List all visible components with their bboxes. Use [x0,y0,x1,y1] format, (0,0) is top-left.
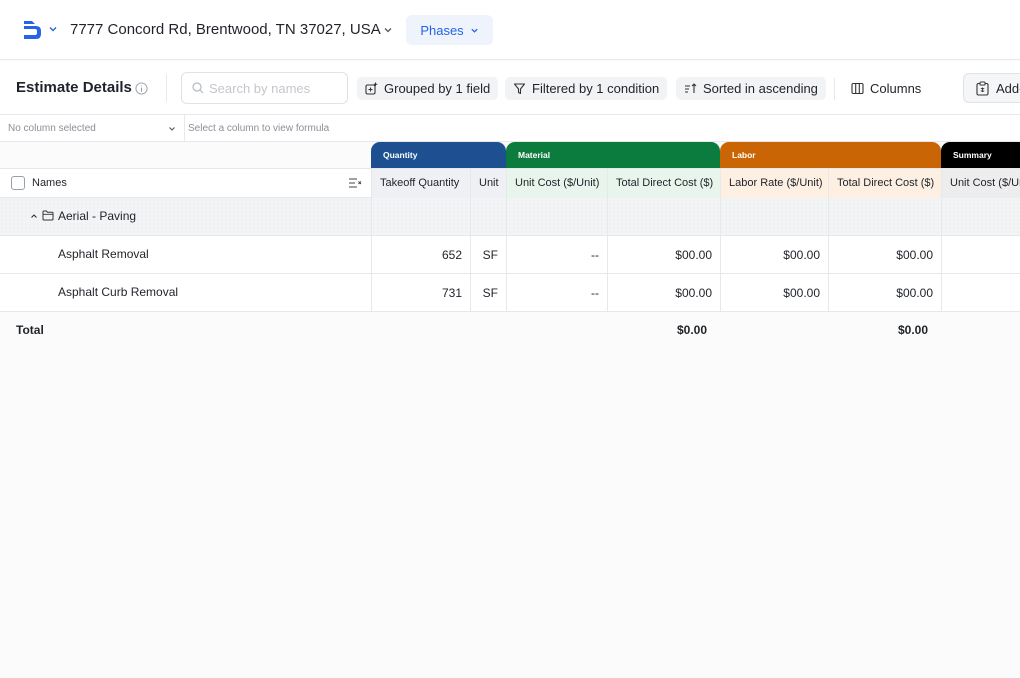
group-cell [720,198,828,235]
add-label: Add- [996,80,1020,96]
group-cell [828,198,941,235]
row-name[interactable]: Asphalt Removal [58,247,149,261]
group-header-labor: Labor [720,142,941,168]
table-row[interactable]: Asphalt Removal 652 SF -- $00.00 $00.00 … [0,236,1020,274]
group-cell [941,198,1020,235]
cell-unit[interactable]: SF [470,236,506,273]
cell-labor-total[interactable]: $00.00 [828,274,941,311]
phases-label: Phases [420,22,464,38]
group-cell [371,198,470,235]
search-box[interactable] [181,72,348,104]
column-select[interactable]: No column selected [8,123,96,134]
group-header-summary: Summary [941,142,1020,168]
chevron-up-icon[interactable] [30,212,38,220]
header-labor-rate[interactable]: Labor Rate ($/Unit) [720,169,828,198]
cell-material-unit-cost[interactable]: -- [506,236,607,273]
header-material-total-direct-cost[interactable]: Total Direct Cost ($) [607,169,720,198]
group-row-label: Aerial - Paving [58,209,137,223]
page-title: Estimate Details [16,79,132,96]
formula-divider [184,115,185,142]
header-material-unit-cost[interactable]: Unit Cost ($/Unit) [506,169,607,198]
estimate-toolbar: Estimate Details Grouped by 1 field Filt… [0,61,1020,115]
total-material: $0.00 [676,323,707,337]
filter-icon [513,83,526,95]
group-by-button[interactable]: Grouped by 1 field [357,77,499,100]
column-options-icon[interactable] [348,177,362,189]
toolbar-divider [166,74,167,102]
add-button[interactable]: Add- [963,73,1020,103]
app-logo-icon[interactable] [23,20,43,40]
select-all-checkbox[interactable] [11,176,25,190]
cell-labor-total[interactable]: $00.00 [828,236,941,273]
cell-unit[interactable]: SF [470,274,506,311]
names-column-header[interactable]: Names [32,177,67,189]
header-summary-unit-cost[interactable]: Unit Cost ($/Un [941,169,1020,198]
search-icon [192,82,204,94]
group-header-material: Material [506,142,720,168]
folder-icon [42,210,54,221]
group-row[interactable]: Aerial - Paving [0,198,1020,236]
group-cell [607,198,720,235]
cell-summary-unit-cost[interactable] [941,236,1020,273]
header-takeoff-quantity[interactable]: Takeoff Quantity [371,169,470,198]
column-header-row: Names Takeoff Quantity Unit Unit Cost ($… [0,168,1020,198]
group-cell [470,198,506,235]
row-name[interactable]: Asphalt Curb Removal [58,285,178,299]
cell-takeoff-quantity[interactable]: 652 [371,236,470,273]
chevron-down-icon [471,28,478,33]
group-header-quantity: Quantity [371,142,506,168]
cell-material-total[interactable]: $00.00 [607,236,720,273]
header-unit[interactable]: Unit [470,169,506,198]
chevron-down-icon[interactable] [48,24,58,34]
group-by-label: Grouped by 1 field [384,81,491,96]
total-label: Total [16,323,44,337]
group-icon [365,82,378,95]
total-row: Total $0.00 $0.00 [0,312,1020,350]
columns-icon [851,82,864,95]
sort-button[interactable]: Sorted in ascending [676,77,826,100]
formula-bar: No column selected Select a column to vi… [0,115,1020,142]
cell-labor-rate[interactable]: $00.00 [720,274,828,311]
phases-dropdown-button[interactable]: Phases [406,15,493,45]
project-address[interactable]: 7777 Concord Rd, Brentwood, TN 37027, US… [70,20,381,40]
cell-summary-unit-cost[interactable] [941,274,1020,311]
table-row[interactable]: Asphalt Curb Removal 731 SF -- $00.00 $0… [0,274,1020,312]
columns-label: Columns [870,81,922,96]
formula-hint: Select a column to view formula [188,123,330,134]
filter-label: Filtered by 1 condition [532,81,660,96]
top-bar: 7777 Concord Rd, Brentwood, TN 37027, US… [0,0,1020,60]
toolbar-divider [834,78,835,100]
sort-icon [685,83,697,93]
cell-takeoff-quantity[interactable]: 731 [371,274,470,311]
chevron-down-icon[interactable] [168,125,176,133]
clipboard-icon [976,81,989,96]
total-labor: $0.00 [897,323,928,337]
filter-button[interactable]: Filtered by 1 condition [505,77,668,100]
group-cell [506,198,607,235]
sort-label: Sorted in ascending [703,81,818,96]
cell-material-total[interactable]: $00.00 [607,274,720,311]
columns-button[interactable]: Columns [843,77,929,100]
cell-labor-rate[interactable]: $00.00 [720,236,828,273]
header-labor-total-direct-cost[interactable]: Total Direct Cost ($) [828,169,941,198]
info-icon[interactable] [135,82,148,95]
cell-material-unit-cost[interactable]: -- [506,274,607,311]
search-input[interactable] [209,79,339,97]
address-chevron-down-icon[interactable] [383,25,393,35]
